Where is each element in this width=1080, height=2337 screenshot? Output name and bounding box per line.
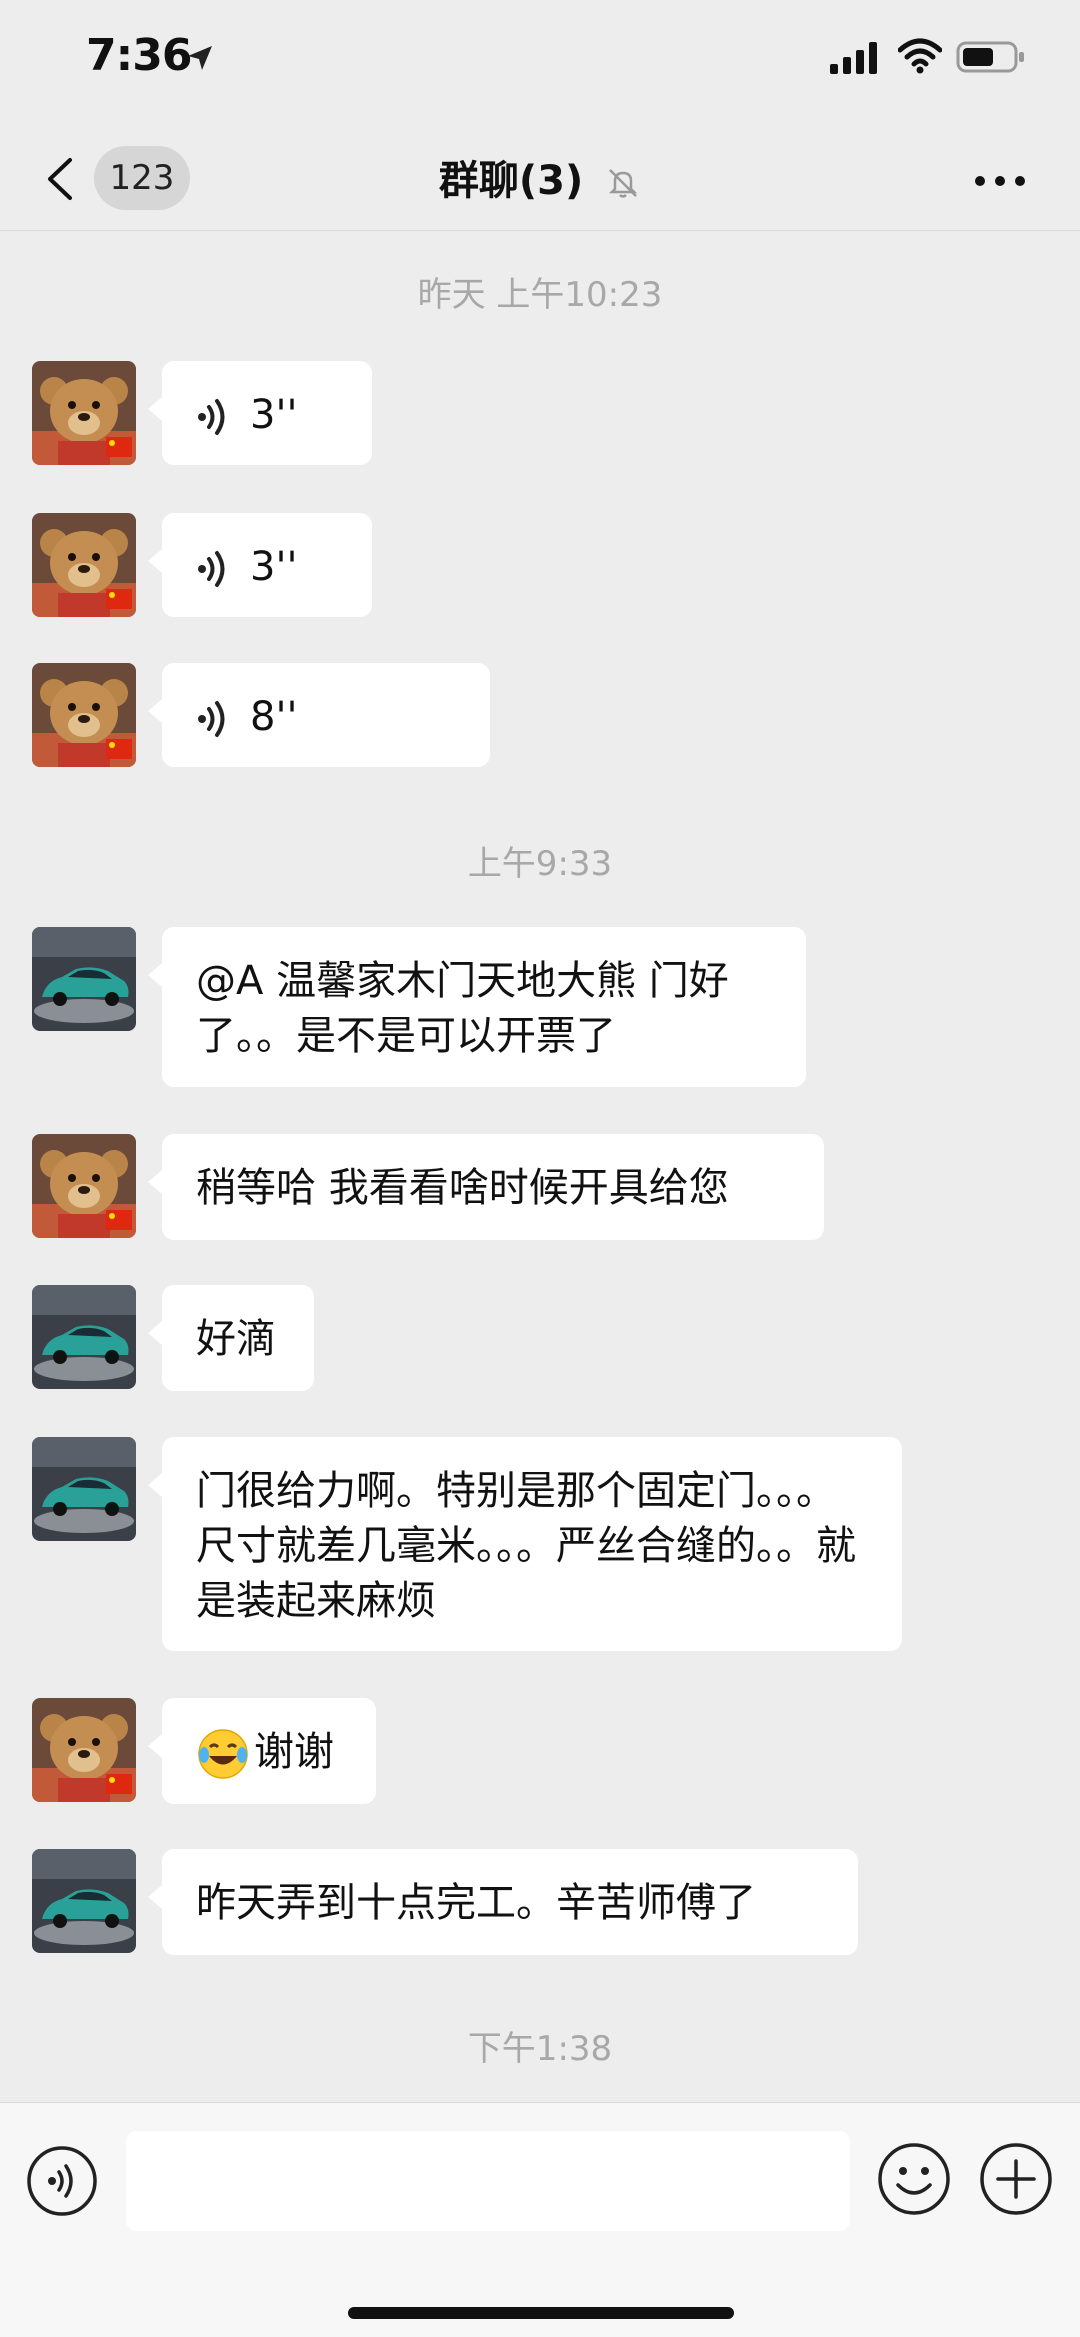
car-avatar[interactable] [32, 1285, 136, 1389]
message-text: 好滴 [196, 1316, 276, 1362]
text-message-bubble[interactable]: 昨天弄到十点完工。辛苦师傅了 [148, 1849, 858, 1955]
text-message-bubble[interactable]: 好滴 [148, 1285, 314, 1391]
text-message-bubble[interactable]: 门很给力啊。特别是那个固定门。。。尺寸就差几毫米。。。严丝合缝的。。就是装起来麻… [148, 1437, 902, 1651]
chat-title: 群聊(3) [0, 148, 1080, 206]
message-input-bar [0, 2102, 1080, 2337]
plus-icon[interactable] [978, 2141, 1054, 2217]
emoji-icon[interactable] [876, 2141, 952, 2217]
teddy-bear-avatar[interactable] [32, 663, 136, 767]
voice-wave-icon [198, 701, 225, 737]
car-avatar[interactable] [32, 1849, 136, 1953]
home-indicator [348, 2307, 734, 2319]
voice-wave-icon [198, 551, 225, 587]
timestamp: 昨天 上午10:23 [417, 275, 663, 315]
chat-message-list[interactable]: 昨天 上午10:23 3'' 3'' 8'' 上午9:33 @A 温馨家木门天地… [0, 231, 1080, 2101]
voice-message-bubble[interactable]: 8'' [148, 663, 490, 767]
message-text: 昨天弄到十点完工。辛苦师傅了 [196, 1880, 756, 1926]
voice-wave-icon [198, 399, 225, 435]
text-message-bubble[interactable]: 谢谢 [148, 1698, 376, 1804]
message-text: 谢谢 [254, 1729, 334, 1775]
teddy-bear-avatar[interactable] [32, 1698, 136, 1802]
wifi-icon [898, 38, 942, 74]
message-text: @A 温馨家木门天地大熊 门好了。。是不是可以开票了 [196, 958, 729, 1059]
voice-duration: 3'' [250, 392, 298, 438]
voice-input-toggle-icon[interactable] [26, 2145, 98, 2217]
cellular-signal-icon [830, 42, 877, 74]
voice-message-bubble[interactable]: 3'' [148, 361, 372, 465]
voice-duration: 3'' [250, 544, 298, 590]
voice-duration: 8'' [250, 694, 298, 740]
car-avatar[interactable] [32, 1437, 136, 1541]
text-message-bubble[interactable]: 稍等哈 我看看啥时候开具给您 [148, 1134, 824, 1240]
location-arrow-icon [188, 46, 212, 70]
teddy-bear-avatar[interactable] [32, 361, 136, 465]
muted-bell-icon [609, 169, 638, 198]
text-message-bubble[interactable]: @A 温馨家木门天地大熊 门好了。。是不是可以开票了 [148, 927, 806, 1087]
message-text: 稍等哈 我看看啥时候开具给您 [196, 1165, 729, 1211]
status-bar: 7:36 [0, 0, 1080, 130]
tears-of-joy-emoji-icon [198, 1729, 248, 1779]
teddy-bear-avatar[interactable] [32, 1134, 136, 1238]
battery-icon [956, 41, 1024, 73]
voice-message-bubble[interactable]: 3'' [148, 513, 372, 617]
message-input[interactable] [126, 2131, 850, 2231]
car-avatar[interactable] [32, 927, 136, 1031]
navigation-bar: 123 群聊(3) [0, 130, 1080, 231]
timestamp: 上午9:33 [467, 844, 613, 884]
teddy-bear-avatar[interactable] [32, 513, 136, 617]
status-time: 7:36 [86, 30, 192, 81]
chat-title-text: 群聊(3) [438, 158, 584, 204]
more-options-icon[interactable] [970, 156, 1030, 206]
timestamp: 下午1:38 [467, 2029, 613, 2069]
message-text: 门很给力啊。特别是那个固定门。。。尺寸就差几毫米。。。严丝合缝的。。就是装起来麻… [196, 1468, 856, 1624]
